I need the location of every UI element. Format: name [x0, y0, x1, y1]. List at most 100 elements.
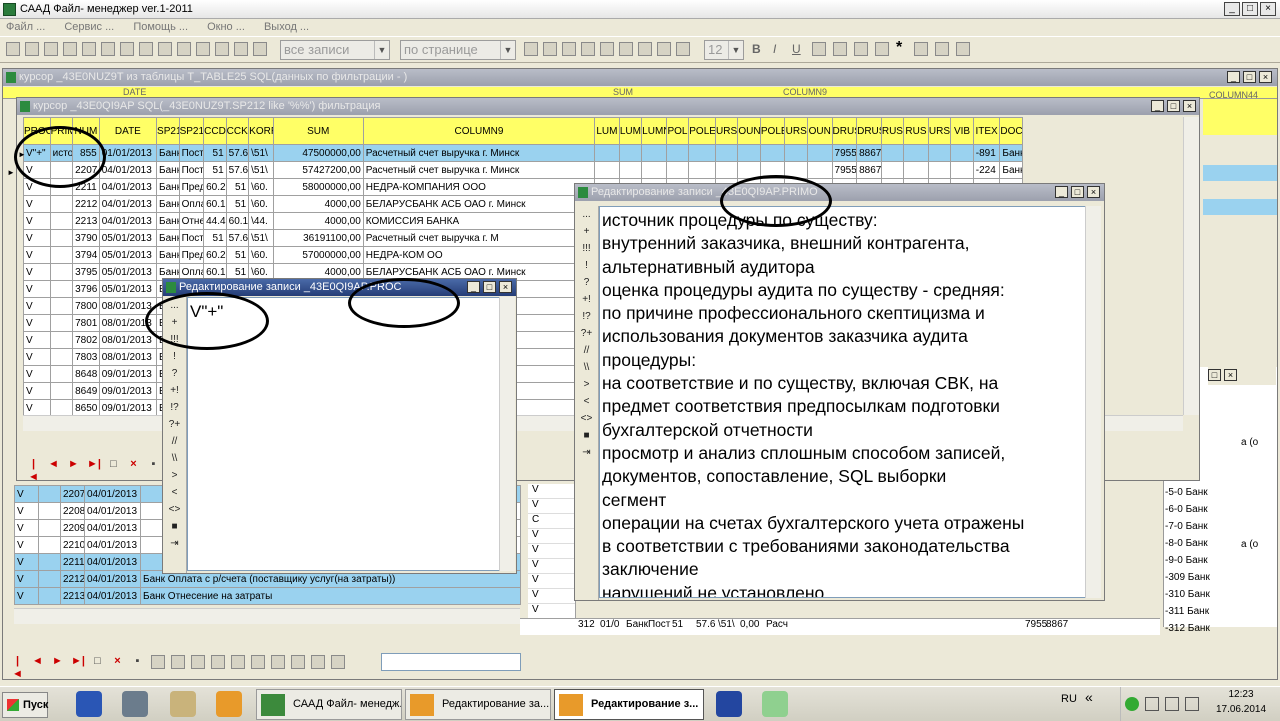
language-indicator[interactable]: RU — [1061, 693, 1077, 705]
cell-korr[interactable]: \44. — [248, 212, 274, 230]
new-record-icon[interactable]: □ — [91, 655, 104, 668]
printer-icon[interactable] — [122, 691, 148, 717]
column-header[interactable]: RUS — [880, 117, 905, 145]
cell-empty[interactable] — [903, 161, 929, 179]
cell-num[interactable]: 3790 — [72, 229, 100, 247]
tool-icon[interactable] — [6, 42, 20, 56]
taskbar-app-saad[interactable]: СААД Файл- менедж... — [256, 689, 402, 720]
side-tool-button[interactable]: > — [575, 376, 598, 393]
cell-ccdt[interactable]: 60.2 — [203, 246, 227, 264]
search-icon[interactable] — [177, 42, 191, 56]
minimize-button[interactable]: _ — [1224, 2, 1240, 16]
close-button[interactable]: × — [1087, 186, 1100, 198]
cell-primo[interactable] — [49, 297, 74, 315]
first-record-icon[interactable]: |◄ — [11, 655, 24, 680]
table-row[interactable]: V 2213 04/01/2013 Банк Отнесение на затраты — [14, 587, 521, 605]
font-size-combo[interactable]: 12 ▼ — [704, 40, 744, 60]
cell-cckt[interactable]: 51 — [225, 178, 250, 196]
cell-date[interactable]: 05/01/2013 — [98, 263, 158, 281]
tool-icon[interactable] — [215, 42, 229, 56]
cell-cckt[interactable]: 60.1 — [225, 212, 250, 230]
close-button[interactable]: × — [1259, 71, 1272, 83]
cell-num[interactable]: 7802 — [72, 331, 100, 349]
cell-proc[interactable]: V — [14, 553, 39, 571]
cell-empty[interactable] — [641, 144, 667, 162]
cell-drus2[interactable]: 8867 — [856, 144, 882, 162]
cell-proc[interactable]: V — [23, 331, 51, 349]
cell-korr[interactable]: \51\ — [248, 144, 274, 162]
cell-empty[interactable] — [618, 144, 643, 162]
start-button[interactable]: Пуск — [2, 692, 48, 718]
cell-proc[interactable]: V — [23, 263, 51, 281]
column-header[interactable]: OUN — [806, 117, 833, 145]
tool-icon[interactable] — [914, 42, 928, 56]
maximize-button[interactable]: □ — [1243, 71, 1256, 83]
cell-sp212[interactable]: Отне — [178, 212, 205, 230]
page-combo[interactable]: по странице ▼ — [400, 40, 516, 60]
chevron-down-icon[interactable]: ▼ — [374, 41, 389, 59]
powershell-icon[interactable] — [76, 691, 102, 717]
cell-sum[interactable]: 58000000,00 — [272, 178, 364, 196]
side-tool-button[interactable]: ?+ — [163, 416, 186, 433]
cell-col9[interactable]: КОМИССИЯ БАНКА — [362, 212, 596, 230]
minimize-button[interactable]: _ — [1151, 100, 1164, 112]
tool-icon[interactable] — [231, 655, 245, 669]
cell-sp212[interactable]: Опла — [178, 195, 205, 213]
maximize-button[interactable]: □ — [1167, 100, 1180, 112]
cell-date[interactable]: 09/01/2013 — [98, 365, 158, 383]
bold-icon[interactable]: B — [752, 42, 761, 56]
tray-chevron-icon[interactable]: « — [1085, 689, 1093, 705]
side-tool-button[interactable]: > — [163, 467, 186, 484]
tool-icon[interactable] — [191, 655, 205, 669]
tool-icon[interactable] — [854, 42, 868, 56]
prev-record-icon[interactable]: ◄ — [31, 655, 44, 668]
cell-primo[interactable] — [49, 280, 74, 298]
side-tool-button[interactable]: ... — [575, 206, 598, 223]
first-record-icon[interactable]: |◄ — [27, 458, 40, 483]
cell-proc[interactable]: V — [23, 195, 51, 213]
cell-empty[interactable] — [38, 502, 61, 520]
cell-col9[interactable]: НЕДРА-КОМ ОО — [362, 246, 596, 264]
cell-num[interactable]: 8648 — [72, 365, 100, 383]
cell-sum[interactable]: 36191100,00 — [272, 229, 364, 247]
maximize-button[interactable]: □ — [1071, 186, 1084, 198]
tool-icon[interactable] — [676, 42, 690, 56]
cell-proc[interactable]: V — [14, 536, 39, 554]
cell-primo[interactable] — [49, 314, 74, 332]
cell-drus2[interactable]: 8867 — [856, 161, 882, 179]
cell-num[interactable]: 2209 — [60, 519, 85, 537]
tool-icon[interactable] — [151, 655, 165, 669]
cell-sp212[interactable]: Посту — [178, 229, 205, 247]
column-header[interactable]: DOC — [999, 117, 1023, 145]
menu-exit[interactable]: Выход ... — [264, 21, 309, 33]
cell-num[interactable]: 2213 — [72, 212, 100, 230]
cell-sp212[interactable]: Пред — [178, 178, 205, 196]
tool-icon[interactable] — [25, 42, 39, 56]
cell-date[interactable]: 04/01/2013 — [98, 195, 158, 213]
side-tool-button[interactable]: !!! — [575, 240, 598, 257]
tool-icon[interactable] — [935, 42, 949, 56]
cell-sum[interactable]: 4000,00 — [272, 212, 364, 230]
cell-sp211[interactable]: Банк — [156, 195, 180, 213]
cell-ccdt[interactable]: 60.2 — [203, 178, 227, 196]
tool-icon[interactable] — [82, 42, 96, 56]
cell-col9[interactable]: Расчетный счет выручка г. Минск — [362, 144, 596, 162]
tool-icon[interactable] — [600, 42, 614, 56]
menu-help[interactable]: Помощь ... — [133, 21, 188, 33]
floppy-icon[interactable] — [716, 691, 742, 717]
cell-itex[interactable]: -224 — [972, 161, 1001, 179]
cell-ccdt[interactable]: 44.4 — [203, 212, 227, 230]
cell-proc[interactable]: V — [23, 382, 51, 400]
side-tool-button[interactable]: ? — [575, 274, 598, 291]
menu-file[interactable]: Файл ... — [6, 21, 45, 33]
cell-date[interactable]: 04/01/2013 — [84, 553, 141, 571]
chevron-down-icon[interactable]: ▼ — [500, 41, 515, 59]
cell-empty[interactable] — [806, 144, 833, 162]
cell-cckt[interactable]: 57.6 — [225, 161, 250, 179]
taskbar-app-edit1[interactable]: Редактирование за... — [405, 689, 551, 720]
cell-proc[interactable]: V — [14, 502, 39, 520]
column-header[interactable]: ITEX — [972, 117, 1001, 145]
cell-primo[interactable] — [49, 348, 74, 366]
side-tool-button[interactable]: \\ — [575, 359, 598, 376]
folder-icon[interactable] — [170, 691, 196, 717]
